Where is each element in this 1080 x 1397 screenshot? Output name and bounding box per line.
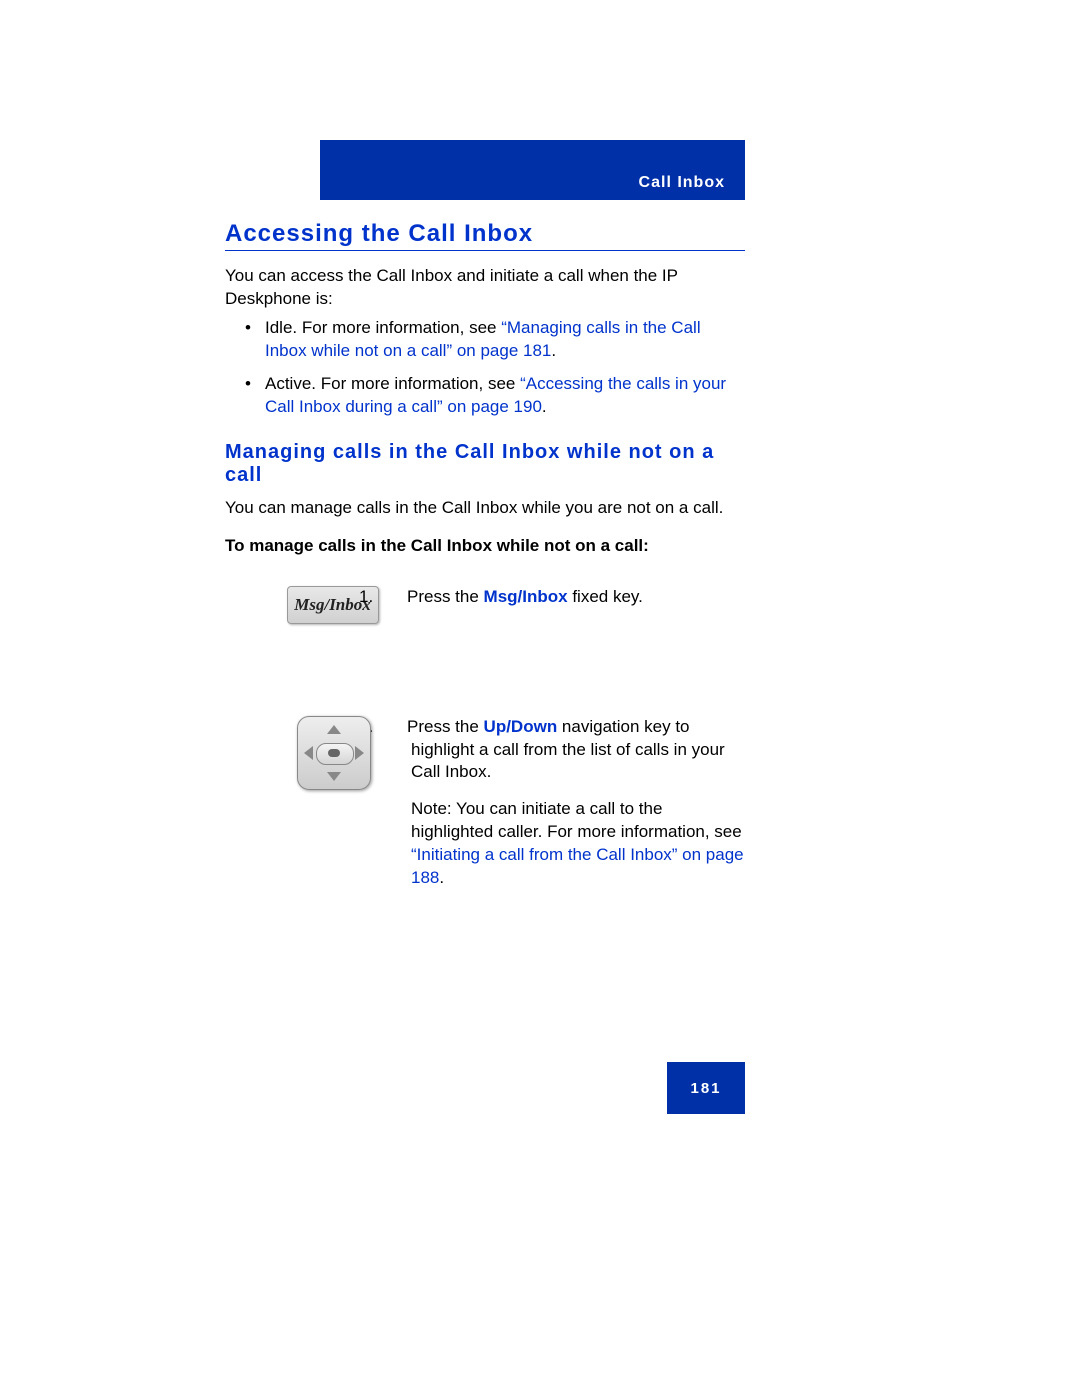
header-banner: Call Inbox	[320, 140, 745, 200]
step-text-pre: Press the	[407, 717, 484, 736]
page-number: 181	[690, 1080, 721, 1097]
subsection-intro: You can manage calls in the Call Inbox w…	[225, 497, 745, 520]
step-note: Note: You can initiate a call to the hig…	[385, 798, 745, 890]
intro-bullet-list: Idle. For more information, see “Managin…	[225, 317, 745, 419]
keyword: Up/Down	[484, 717, 558, 736]
page-number-box: 181	[667, 1062, 745, 1114]
cross-reference-link[interactable]: “Initiating a call from the Call Inbox” …	[411, 845, 744, 887]
bullet-lead: Idle. For more information, see	[265, 318, 501, 337]
intro-paragraph: You can access the Call Inbox and initia…	[225, 265, 745, 311]
step-icon-column	[225, 716, 385, 788]
document-page: Call Inbox Accessing the Call Inbox You …	[0, 0, 1080, 1397]
note-post: .	[439, 868, 444, 887]
procedure-steps: Msg/Inbox 1.Press the Msg/Inbox fixed ke…	[225, 586, 745, 905]
step-row: Msg/Inbox 1.Press the Msg/Inbox fixed ke…	[225, 586, 745, 646]
step-number: 1.	[385, 586, 407, 609]
step-number: 2.	[385, 716, 407, 739]
bullet-item: Active. For more information, see “Acces…	[265, 373, 745, 419]
note-pre: Note: You can initiate a call to the hig…	[411, 799, 742, 841]
page-title: Accessing the Call Inbox	[225, 220, 745, 251]
step-text-pre: Press the	[407, 587, 484, 606]
bullet-lead: Active. For more information, see	[265, 374, 520, 393]
bullet-item: Idle. For more information, see “Managin…	[265, 317, 745, 363]
subsection-title: Managing calls in the Call Inbox while n…	[225, 441, 745, 487]
content-area: Accessing the Call Inbox You can access …	[225, 220, 745, 924]
navigation-pad-icon	[297, 716, 369, 788]
header-section-label: Call Inbox	[639, 174, 725, 192]
step-row: 2.Press the Up/Down navigation key to hi…	[225, 716, 745, 905]
bullet-tail: .	[551, 341, 556, 360]
step-text-post: fixed key.	[568, 587, 643, 606]
step-text: 1.Press the Msg/Inbox fixed key.	[385, 586, 745, 623]
procedure-lead: To manage calls in the Call Inbox while …	[225, 536, 745, 556]
bullet-tail: .	[542, 397, 547, 416]
step-text: 2.Press the Up/Down navigation key to hi…	[385, 716, 745, 905]
keyword: Msg/Inbox	[484, 587, 568, 606]
